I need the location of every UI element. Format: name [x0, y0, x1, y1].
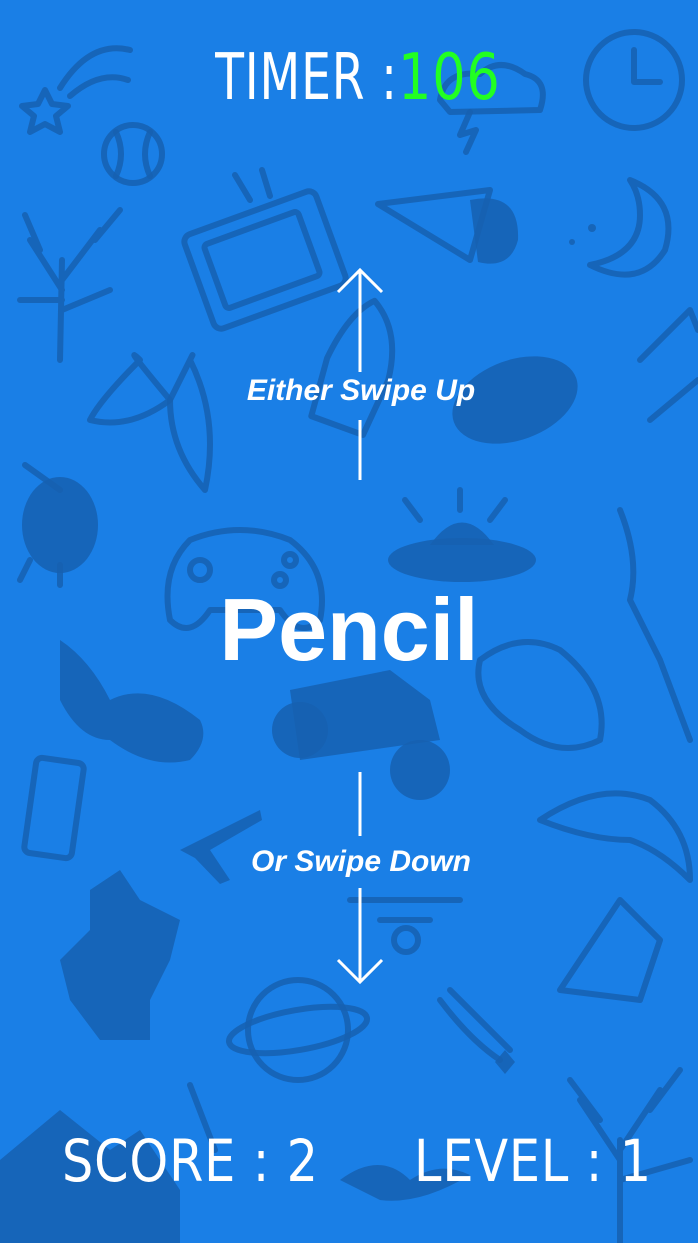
cartoon-character-icon: [60, 870, 180, 1040]
moon-icon: [569, 177, 672, 278]
timer: TIMER : 106: [0, 40, 698, 116]
timer-value: 106: [397, 41, 501, 115]
score-display: SCORE : 2: [62, 1127, 319, 1195]
drone-icon: [347, 897, 463, 955]
timer-label: TIMER :: [215, 41, 398, 115]
tv-icon: [181, 167, 349, 332]
ufo-icon: [388, 487, 536, 582]
tree-icon: [17, 207, 123, 363]
swipe-up-hint: Either Swipe Up: [246, 374, 476, 407]
kiwi-bird-icon: [17, 462, 98, 588]
rocket-icon: [308, 297, 396, 438]
phone-icon: [21, 754, 87, 862]
paper-plane-icon: [375, 187, 519, 264]
planet-icon: [225, 977, 371, 1083]
level-display: LEVEL : 1: [414, 1127, 652, 1195]
monster-truck-icon: [272, 670, 450, 800]
spaceship-icon: [557, 897, 663, 1003]
comet-icon: [437, 987, 515, 1074]
swipe-down-hint: Or Swipe Down: [250, 845, 472, 878]
baseball-icon: [101, 122, 165, 186]
target-word[interactable]: Pencil: [0, 580, 698, 680]
